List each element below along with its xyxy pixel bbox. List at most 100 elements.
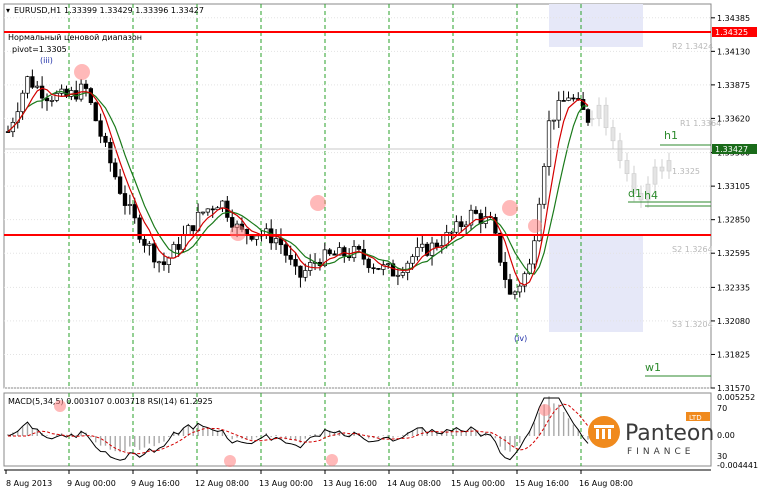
wave-iii-label: (iii) [40,56,53,65]
price-tick-label: 1.33620 [717,114,750,123]
candle [93,102,98,122]
rsi-extreme-marker [539,404,551,416]
logo-name: Panteon [625,421,714,446]
logo-column-icon [602,429,605,439]
level-d1-label: d1 [628,187,642,200]
pivot-marker [502,200,518,216]
time-tick-label: 15 Aug 00:00 [451,479,505,488]
candle [366,258,371,269]
candle [303,270,308,278]
candle [103,135,108,143]
indicator-label: MACD(5,34,5) 0.003107 0.003718 RSI(14) 6… [8,397,213,406]
projected-candle [617,140,623,161]
pivot-marker [74,64,90,80]
candle [449,231,454,234]
price-tick-label: 1.32595 [717,249,750,258]
time-tick-label: 15 Aug 16:00 [515,479,569,488]
time-axis[interactable]: 8 Aug 2013 9 Aug 00:00 9 Aug 16:00 12 Aug 0… [4,469,711,488]
projection-label: 1.3325 [672,167,700,176]
price-tick-label: 1.31570 [717,384,750,393]
candle [288,254,293,260]
candle [273,238,279,244]
candle [517,285,522,293]
candle [132,204,137,219]
logo-column-icon [608,429,611,439]
projected-candle [652,166,658,185]
candle [49,100,55,102]
projected-candle [603,104,609,128]
candle [166,257,171,265]
candle [410,256,415,264]
wave-iv-label: (iv) [514,334,527,343]
candle [571,97,576,100]
candle [122,193,128,206]
candle [507,279,513,295]
candle [161,261,167,265]
pivot-label: pivot=1.3305 [12,45,67,54]
time-tick-label: 16 Aug 08:00 [579,479,633,488]
candle [405,262,410,273]
pivot-marker [310,195,326,211]
logo-column-icon [596,429,599,439]
projection-label: S3 1.3204 [672,320,713,329]
candle [298,265,303,278]
candle [342,247,347,257]
candle [551,119,557,122]
time-tick-label: 12 Aug 08:00 [195,479,249,488]
candle [541,166,547,205]
candle [210,208,215,211]
candle [205,208,210,213]
projection-zone-bottom [549,236,643,332]
candle [283,244,288,256]
pivot-marker [528,219,542,233]
candle [561,100,566,102]
price-tick-label: 1.32335 [717,283,750,292]
candle [230,217,235,228]
time-tick-label: 14 Aug 08:00 [387,479,441,488]
symbol-expand-icon[interactable]: ▾ [6,6,10,15]
candle [88,88,94,104]
candle [117,176,123,194]
candle [532,240,537,265]
candle [220,200,225,209]
price-tick-label: 1.32850 [717,216,750,225]
candle [30,76,35,88]
candle [25,76,30,94]
price-tick-label: 1.34385 [717,14,750,23]
time-tick-label: 9 Aug 16:00 [131,479,180,488]
candle [83,83,89,89]
candle [395,274,401,277]
logo-sub: FINANCE [627,447,694,457]
price-axis[interactable]: 1.343851.341301.338751.336201.333601.331… [711,14,750,393]
candle [556,100,561,121]
indicator-axis: 0.005252 70 0.00 30-0.004441 [717,393,758,470]
candle [156,261,162,264]
price-chart[interactable]: R2 1.3424 R1 1.3364 1.3325 S2 1.3264 S3 1.32… [0,0,759,493]
candle [376,268,381,270]
indicator-tick-label: -0.004441 [717,461,758,470]
candle [74,90,79,100]
projected-candle [624,160,630,174]
price-tick-label: 1.31825 [717,350,750,359]
projected-candle [666,160,672,172]
indicator-tick-label: 0.00 [717,431,735,440]
projected-candle [589,118,595,120]
indicator-tick-label: 30 [717,452,727,461]
logo-column-icon [594,425,614,428]
candle [152,243,157,263]
candle [186,225,191,236]
price-tick-label: 1.33875 [717,81,750,90]
projection-label: S2 1.3264 [672,245,713,254]
candle [176,244,181,250]
candle [415,247,420,257]
candle [254,235,259,240]
candle [54,93,59,101]
candle [459,221,464,227]
candle [546,120,552,167]
candle [35,85,40,88]
candle [454,221,459,233]
candle [356,246,362,250]
ohlc-values: 1.33399 1.33429 1.33396 1.33427 [64,6,204,15]
projection-label: R1 1.3364 [680,119,721,128]
candle [200,211,206,214]
